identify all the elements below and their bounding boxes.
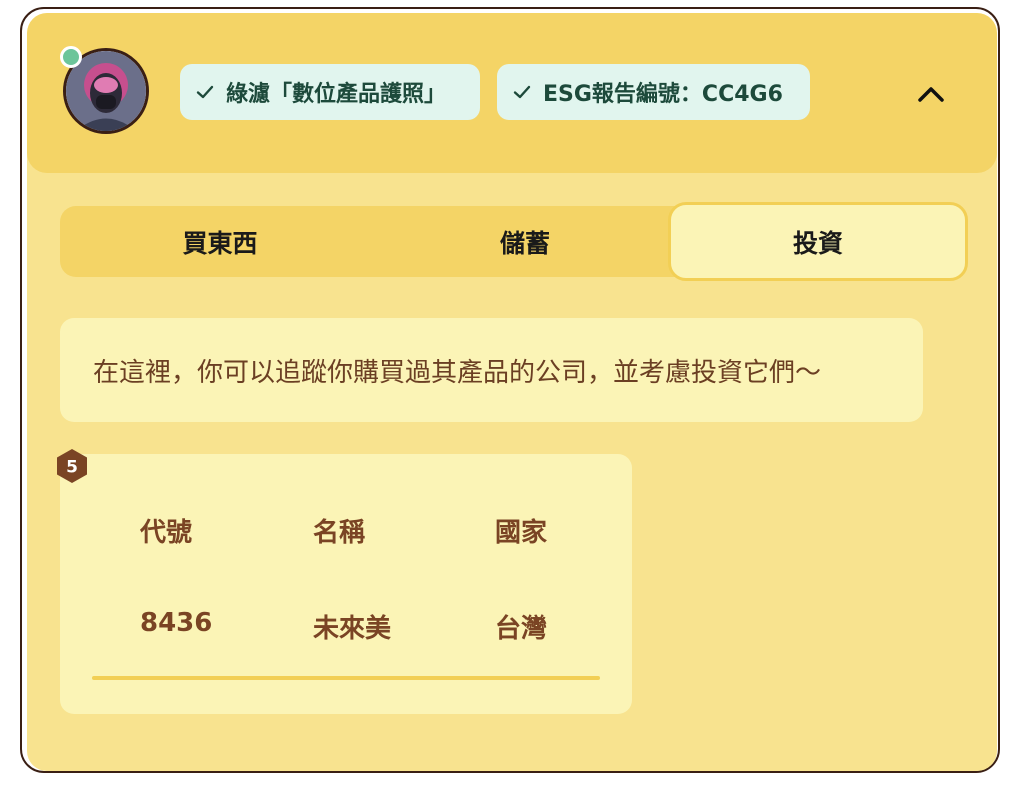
column-header-country: 國家 bbox=[495, 518, 548, 548]
company-table: 代號 名稱 國家 8436 未來美 台灣 bbox=[60, 454, 632, 714]
tab-label: 儲蓄 bbox=[499, 228, 550, 258]
count-badge: 5 bbox=[55, 448, 89, 484]
chevron-up-icon bbox=[918, 87, 944, 102]
hexagon-badge-icon: 5 bbox=[57, 449, 87, 483]
online-status-indicator bbox=[60, 46, 82, 68]
cell-name: 未來美 bbox=[313, 614, 392, 644]
esg-report-chip[interactable]: ESG報告編號：CC4G6 bbox=[497, 64, 810, 120]
chip-label: 綠濾「數位產品護照」 bbox=[226, 82, 447, 107]
tab-buy[interactable]: 買東西 bbox=[60, 206, 380, 277]
badge-count: 5 bbox=[66, 458, 78, 478]
column-header-name: 名稱 bbox=[313, 518, 366, 548]
cell-country: 台灣 bbox=[495, 614, 548, 644]
investment-card: 綠濾「數位產品護照」 ESG報告編號：CC4G6 買東西 儲蓄 投資 在這裡，你… bbox=[27, 13, 997, 771]
tab-save[interactable]: 儲蓄 bbox=[370, 206, 680, 277]
table-divider bbox=[92, 676, 600, 680]
check-icon bbox=[196, 85, 214, 99]
tab-invest[interactable]: 投資 bbox=[668, 202, 968, 281]
collapse-button[interactable] bbox=[913, 81, 949, 107]
info-message: 在這裡，你可以追蹤你購買過其產品的公司，並考慮投資它們～ bbox=[60, 318, 923, 422]
tab-bar: 買東西 儲蓄 投資 bbox=[60, 202, 968, 281]
check-icon bbox=[513, 85, 531, 99]
cell-code: 8436 bbox=[140, 608, 213, 638]
tab-label: 投資 bbox=[792, 228, 843, 258]
card-header: 綠濾「數位產品護照」 ESG報告編號：CC4G6 bbox=[27, 13, 997, 173]
column-header-code: 代號 bbox=[140, 518, 193, 548]
tab-label: 買東西 bbox=[182, 228, 258, 258]
chip-label: ESG報告編號：CC4G6 bbox=[543, 82, 783, 107]
info-text: 在這裡，你可以追蹤你購買過其產品的公司，並考慮投資它們～ bbox=[93, 357, 822, 388]
green-filter-chip[interactable]: 綠濾「數位產品護照」 bbox=[180, 64, 480, 120]
